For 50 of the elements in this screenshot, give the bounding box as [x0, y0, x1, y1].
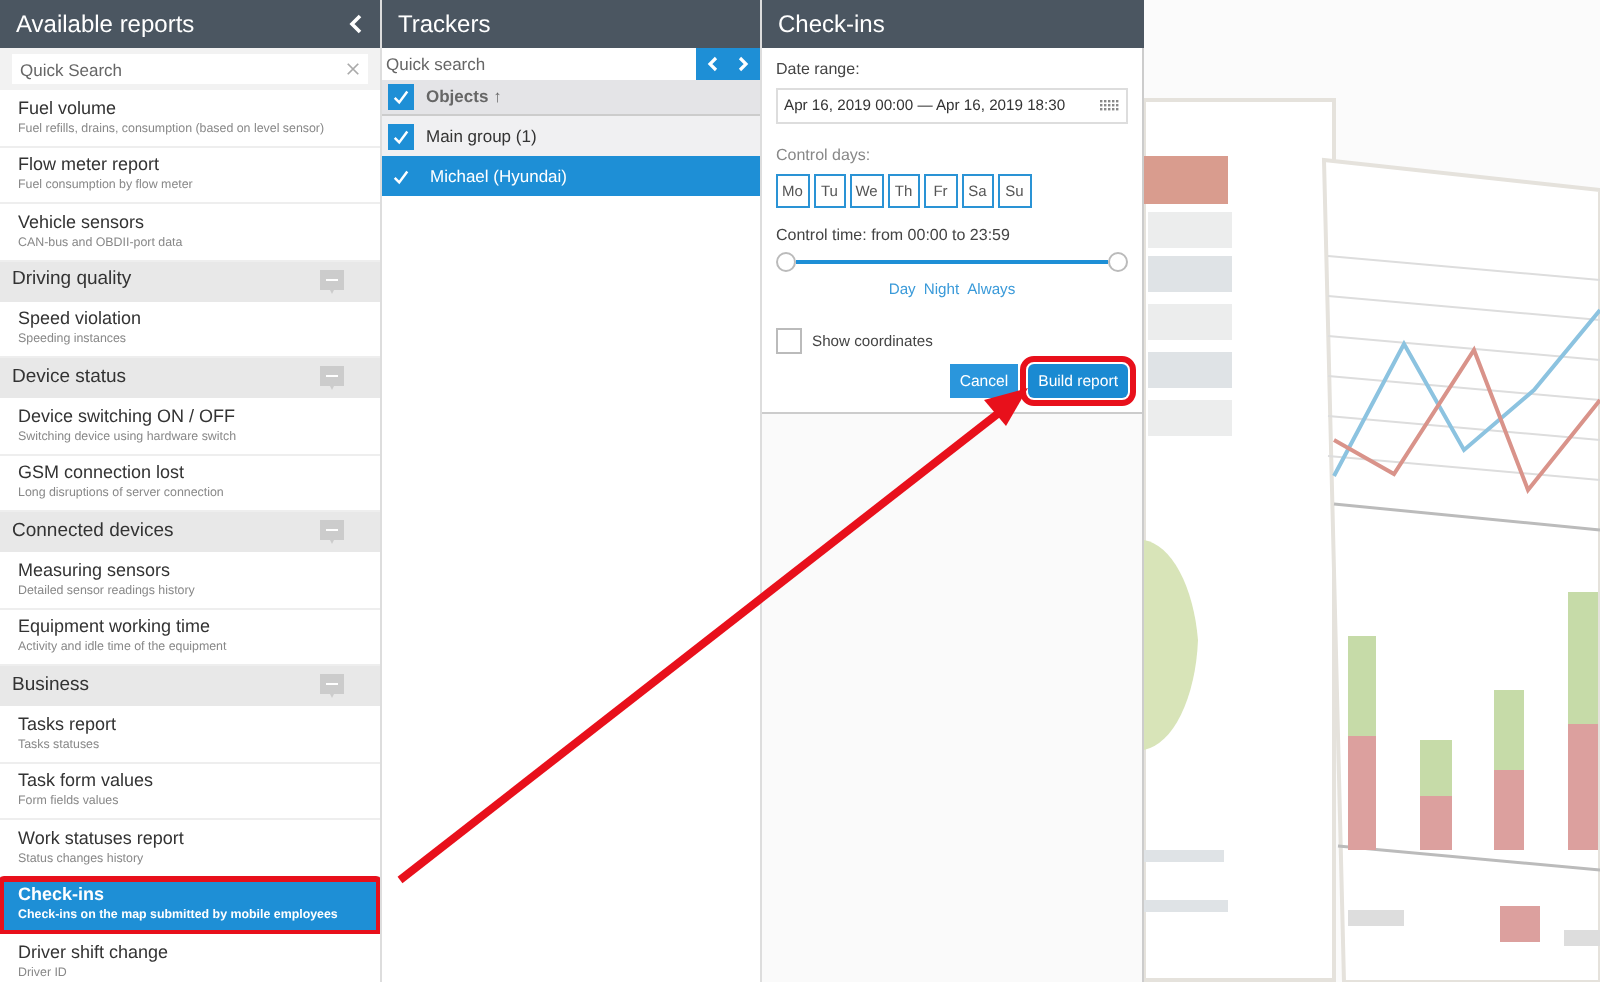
category-title: Connected devices: [12, 517, 174, 546]
field-label: Control time: from 00:00 to 23:59: [776, 223, 1012, 247]
report-title: Fuel volume: [18, 97, 119, 120]
report-title: Task form values: [18, 770, 156, 793]
report-title: Device switching ON / OFF: [18, 405, 238, 428]
checkmark-icon: [392, 88, 410, 106]
report-title: Vehicle sensors: [18, 211, 147, 234]
panel-title: Check-ins: [778, 8, 885, 42]
column-header[interactable]: Objects ↑: [426, 84, 502, 110]
checkmark-icon: [392, 167, 410, 185]
tracker-row[interactable]: Michael (Hyundai): [382, 156, 760, 196]
report-title: Equipment working time: [18, 616, 213, 639]
checkbox[interactable]: [776, 327, 802, 354]
report-title: Driver shift change: [18, 941, 171, 964]
report-title: Flow meter report: [18, 154, 162, 177]
collapse-icon[interactable]: [320, 269, 344, 293]
report-title: Work statuses report: [18, 827, 186, 850]
collapse-icon[interactable]: [320, 674, 344, 698]
previous-icon[interactable]: [706, 56, 718, 72]
report-title: Tasks report: [18, 713, 119, 736]
calendar-icon[interactable]: [1100, 100, 1120, 112]
category-header[interactable]: Driving quality: [0, 261, 380, 301]
collapse-icon[interactable]: [320, 366, 344, 390]
panel-title: Available reports: [16, 8, 195, 42]
checkmark-icon: [392, 127, 410, 145]
collapse-left-icon[interactable]: [348, 14, 364, 34]
field-label: Control days:: [776, 144, 873, 168]
checkbox[interactable]: [388, 123, 414, 149]
panel-title: Trackers: [398, 8, 491, 42]
slider-handle[interactable]: [776, 251, 796, 271]
field-label: Date range:: [776, 58, 862, 82]
report-title: GSM connection lost: [18, 462, 187, 485]
category-header[interactable]: Business: [0, 666, 380, 706]
report-title: Check-ins: [18, 884, 107, 907]
row-label: Michael (Hyundai): [428, 163, 567, 189]
search-field[interactable]: Quick Search: [12, 54, 368, 84]
category-header[interactable]: Connected devices: [0, 512, 380, 552]
group-row[interactable]: Main group (1): [382, 116, 760, 156]
category-title: Device status: [12, 363, 127, 392]
category-title: Business: [12, 671, 90, 700]
category-title: Driving quality: [12, 266, 132, 295]
next-icon[interactable]: [738, 56, 750, 72]
checkbox[interactable]: [388, 84, 414, 110]
slider-handle[interactable]: [1108, 251, 1128, 271]
clear-icon[interactable]: [346, 62, 360, 76]
report-title: Speed violation: [18, 308, 144, 331]
report-title: Measuring sensors: [18, 559, 173, 582]
category-header[interactable]: Device status: [0, 358, 380, 398]
row-label: Main group (1): [426, 123, 537, 149]
collapse-icon[interactable]: [320, 520, 344, 544]
